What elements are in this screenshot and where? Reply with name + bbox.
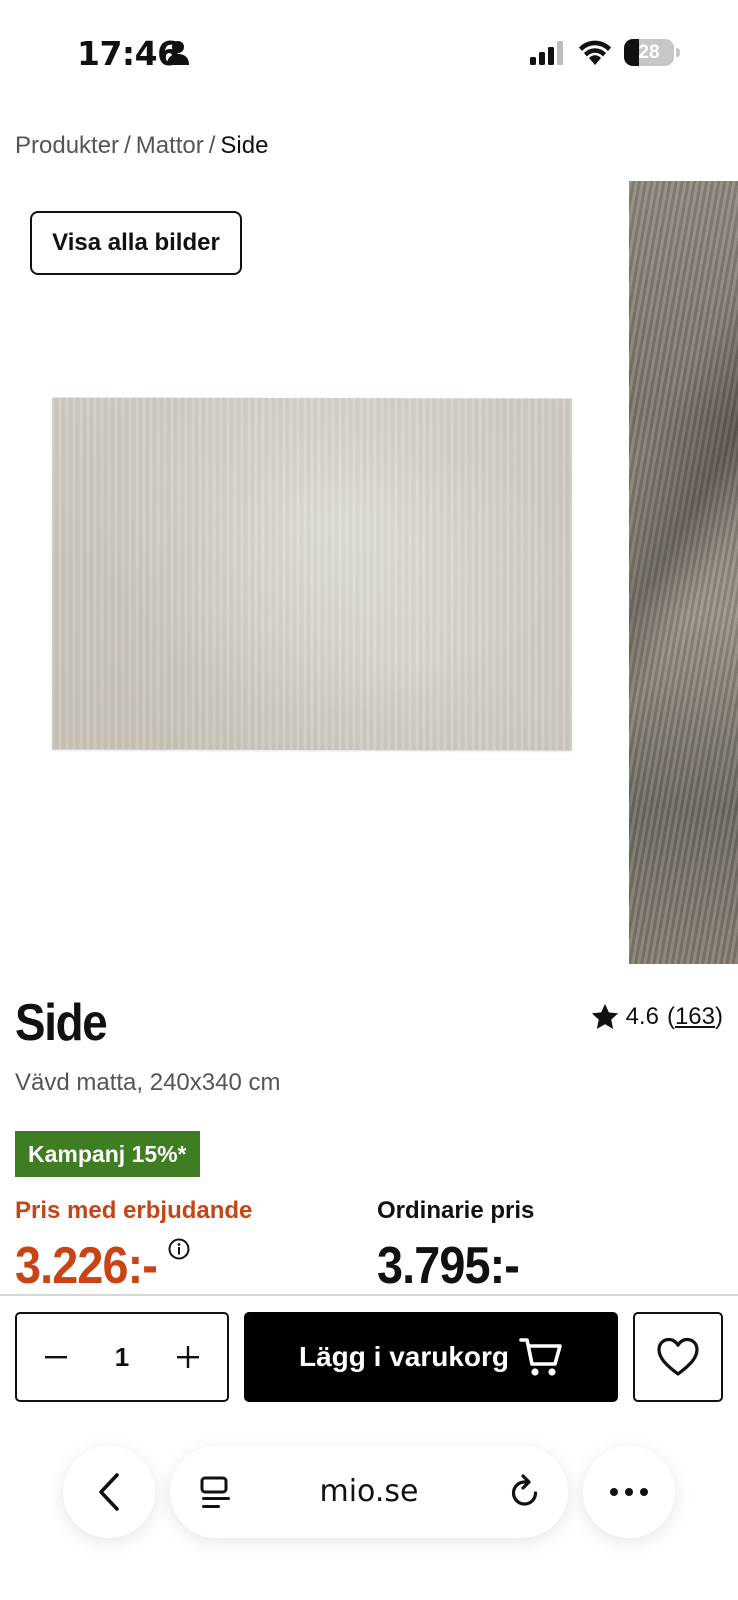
more-horizontal-icon [610, 1488, 648, 1496]
product-subtitle: Vävd matta, 240x340 cm [15, 1069, 281, 1096]
add-to-cart-button[interactable]: Lägg i varukorg [244, 1312, 618, 1402]
breadcrumb-link-mattor[interactable]: Mattor [136, 132, 204, 159]
star-icon [591, 1003, 618, 1029]
chevron-left-icon [99, 1473, 119, 1511]
breadcrumb-link-produkter[interactable]: Produkter [15, 132, 119, 159]
heart-icon [657, 1337, 699, 1376]
status-time: 17:46 [77, 34, 180, 73]
regular-price: 3.795:- [377, 1237, 520, 1295]
quantity-value[interactable]: 1 [115, 1342, 129, 1373]
review-count-link[interactable]: 163 [675, 1003, 715, 1031]
quantity-stepper: 1 [15, 1312, 229, 1402]
review-open-paren: ( [666, 1003, 675, 1030]
breadcrumb-current: Side [220, 132, 269, 159]
product-image-detail[interactable] [629, 181, 738, 964]
browser-url-bar[interactable]: mio.se [170, 1446, 568, 1538]
show-all-images-button[interactable]: Visa alla bilder [30, 211, 242, 275]
breadcrumb: Produkter / Mattor / Side [15, 132, 268, 160]
browser-back-button[interactable] [63, 1446, 155, 1538]
regular-price-label: Ordinarie pris [377, 1197, 535, 1224]
product-image-rug[interactable] [52, 397, 572, 751]
breadcrumb-separator: / [124, 132, 131, 159]
review-close-paren: ) [715, 1003, 723, 1030]
plus-icon [177, 1346, 199, 1368]
wifi-icon [579, 40, 611, 65]
offer-price: 3.226:- [15, 1237, 158, 1295]
product-gallery[interactable]: Visa alla bilder [0, 180, 738, 964]
reload-icon[interactable] [508, 1474, 542, 1510]
product-title: Side [15, 994, 108, 1052]
battery-icon: 28 [624, 39, 674, 66]
campaign-badge: Kampanj 15%* [15, 1131, 200, 1177]
signal-icon [530, 41, 563, 65]
info-icon[interactable] [168, 1238, 190, 1260]
rating-value: 4.6 [625, 1003, 659, 1030]
increase-quantity-button[interactable] [171, 1340, 205, 1374]
wishlist-button[interactable] [633, 1312, 723, 1402]
battery-tip [676, 48, 680, 57]
minus-icon [45, 1356, 67, 1359]
product-rating[interactable]: 4.6 (163) [590, 1002, 723, 1032]
decrease-quantity-button[interactable] [39, 1340, 73, 1374]
battery-level: 28 [638, 42, 660, 63]
offer-price-label: Pris med erbjudande [15, 1197, 253, 1224]
status-bar: 17:46 28 [0, 0, 738, 110]
add-to-cart-label: Lägg i varukorg [298, 1341, 510, 1372]
person-icon [167, 41, 189, 65]
browser-more-button[interactable] [583, 1446, 675, 1538]
cart-icon [519, 1338, 562, 1376]
breadcrumb-separator: / [208, 132, 216, 159]
